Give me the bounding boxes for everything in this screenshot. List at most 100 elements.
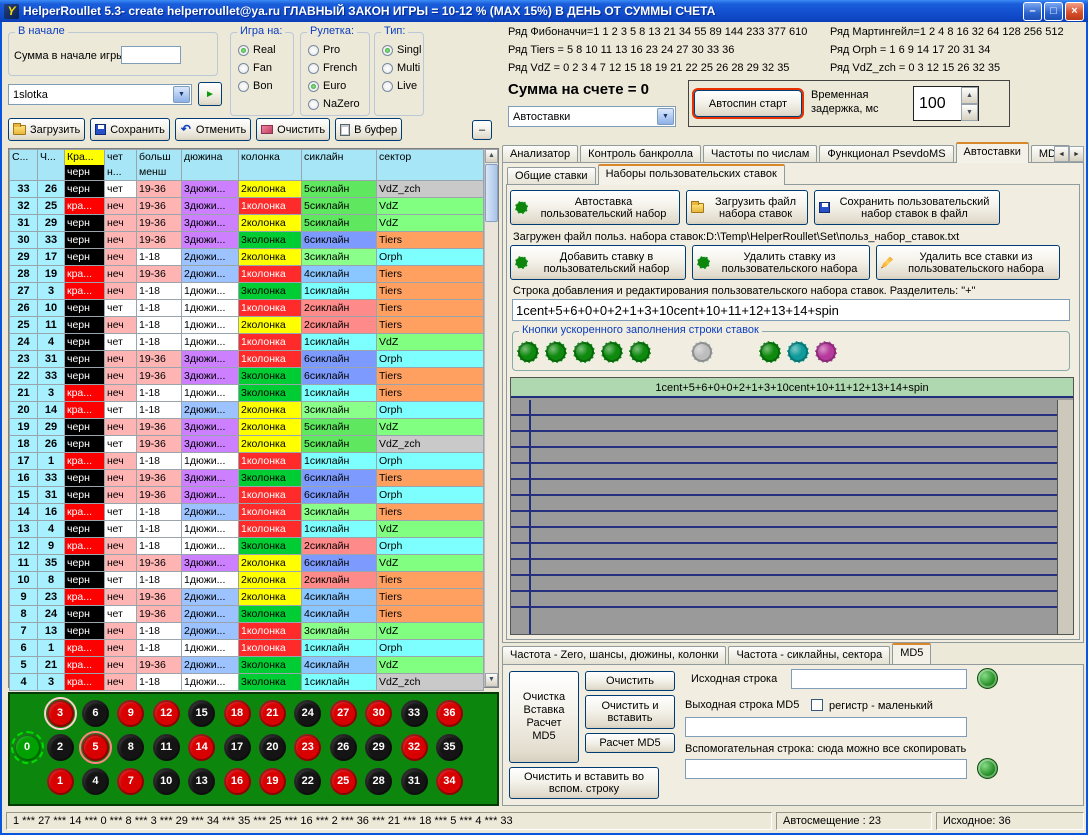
- chip-button-3[interactable]: [573, 341, 595, 363]
- board-number-7[interactable]: 7: [117, 768, 144, 795]
- play-button[interactable]: ►: [198, 82, 222, 106]
- save-button[interactable]: Сохранить: [90, 118, 170, 141]
- start-sum-input[interactable]: [121, 46, 181, 64]
- chip-button-9[interactable]: [815, 341, 837, 363]
- table-row[interactable]: 1135черннеч19-363дюжи...2колонка6сиклайн…: [10, 555, 484, 572]
- board-number-27[interactable]: 27: [330, 700, 357, 727]
- table-row[interactable]: 1929черннеч19-363дюжи...2колонка5сиклайн…: [10, 419, 484, 436]
- board-number-23[interactable]: 23: [294, 734, 321, 761]
- remove-bet-button[interactable]: Удалить ставку из пользовательского набо…: [692, 245, 870, 280]
- add-bet-button[interactable]: Добавить ставку в пользовательский набор: [510, 245, 686, 280]
- tab-Анализатор[interactable]: Анализатор: [502, 145, 578, 163]
- board-number-15[interactable]: 15: [188, 700, 215, 727]
- board-number-33[interactable]: 33: [401, 700, 428, 727]
- board-number-28[interactable]: 28: [365, 768, 392, 795]
- table-row[interactable]: 2511черннеч1-181дюжи...2колонка2сиклайнT…: [10, 317, 484, 334]
- table-row[interactable]: 129кра...неч1-181дюжи...3колонка2сиклайн…: [10, 538, 484, 555]
- chip-button-8[interactable]: [787, 341, 809, 363]
- table-row[interactable]: 2917черннеч1-182дюжи...2колонка3сиклайнO…: [10, 249, 484, 266]
- board-number-26[interactable]: 26: [330, 734, 357, 761]
- board-number-35[interactable]: 35: [436, 734, 463, 761]
- radio-fan[interactable]: Fan: [233, 59, 291, 77]
- board-number-20[interactable]: 20: [259, 734, 286, 761]
- delay-input[interactable]: [914, 87, 961, 120]
- table-row[interactable]: 244чернчет1-181дюжи...1колонка1сиклайнVd…: [10, 334, 484, 351]
- list-row[interactable]: [511, 448, 1057, 464]
- title-bar[interactable]: Y HelperRoullet 5.3- create helperroulle…: [0, 0, 1088, 22]
- board-number-2[interactable]: 2: [47, 734, 74, 761]
- spin-up-icon[interactable]: ▲: [961, 87, 978, 104]
- board-number-29[interactable]: 29: [365, 734, 392, 761]
- board-number-14[interactable]: 14: [188, 734, 215, 761]
- board-number-11[interactable]: 11: [153, 734, 180, 761]
- board-number-34[interactable]: 34: [436, 768, 463, 795]
- board-number-16[interactable]: 16: [224, 768, 251, 795]
- list-row[interactable]: [511, 464, 1057, 480]
- source-go-button[interactable]: [977, 668, 998, 689]
- radio-multi[interactable]: Multi: [377, 59, 421, 77]
- table-row[interactable]: 824чернчет19-362дюжи...3колонка4сиклайнT…: [10, 606, 484, 623]
- tab-scroll-right-icon[interactable]: ►: [1069, 146, 1084, 162]
- list-row[interactable]: [511, 496, 1057, 512]
- chip-button-2[interactable]: [545, 341, 567, 363]
- md5-calc-button[interactable]: Расчет MD5: [585, 733, 675, 753]
- buffer-button[interactable]: В буфер: [335, 118, 402, 141]
- bet-list-scrollbar[interactable]: [1057, 400, 1073, 634]
- tab-Частота - сиклайны, сектора[interactable]: Частота - сиклайны, сектора: [728, 646, 890, 664]
- aux-go-button[interactable]: [977, 758, 998, 779]
- bet-string-input[interactable]: [512, 299, 1070, 321]
- table-row[interactable]: 521кра...неч19-362дюжи...3колонка4сиклай…: [10, 657, 484, 674]
- table-row[interactable]: 3033черннеч19-363дюжи...3колонка6сиклайн…: [10, 232, 484, 249]
- aux-string-input[interactable]: [685, 759, 967, 779]
- list-row[interactable]: [511, 416, 1057, 432]
- table-row[interactable]: 108чернчет1-181дюжи...2колонка2сиклайнTi…: [10, 572, 484, 589]
- list-row[interactable]: [511, 528, 1057, 544]
- scrollbar-thumb[interactable]: [485, 164, 498, 222]
- radio-nazero[interactable]: NaZero: [303, 95, 367, 113]
- board-number-18[interactable]: 18: [224, 700, 251, 727]
- board-number-22[interactable]: 22: [294, 768, 321, 795]
- md5-clear-paste-calc-button[interactable]: Очистка Вставка Расчет MD5: [509, 671, 579, 763]
- list-row[interactable]: [511, 512, 1057, 528]
- autobet-user-set-button[interactable]: Автоставка пользовательский набор: [510, 190, 680, 225]
- table-row[interactable]: 171кра...неч1-181дюжи...1колонка1сиклайн…: [10, 453, 484, 470]
- spin-down-icon[interactable]: ▼: [961, 104, 978, 121]
- tab-Частоты по числам[interactable]: Частоты по числам: [703, 145, 817, 163]
- table-row[interactable]: 3326чернчет19-363дюжи...2колонка5сиклайн…: [10, 181, 484, 198]
- autobet-combo[interactable]: Автоставки ▼: [508, 106, 676, 127]
- table-row[interactable]: 1531черннеч19-363дюжи...1колонка6сиклайн…: [10, 487, 484, 504]
- radio-french[interactable]: French: [303, 59, 367, 77]
- board-number-1[interactable]: 1: [47, 768, 74, 795]
- board-number-36[interactable]: 36: [436, 700, 463, 727]
- table-row[interactable]: 213кра...неч1-181дюжи...3колонка1сиклайн…: [10, 385, 484, 402]
- scroll-down-icon[interactable]: ▼: [485, 673, 498, 687]
- md5-output-input[interactable]: [685, 717, 967, 737]
- table-row[interactable]: 3225кра...неч19-363дюжи...1колонка5сикла…: [10, 198, 484, 215]
- table-row[interactable]: 134чернчет1-181дюжи...1колонка1сиклайнVd…: [10, 521, 484, 538]
- chip-button-4[interactable]: [601, 341, 623, 363]
- table-scrollbar[interactable]: ▲ ▼: [484, 149, 498, 687]
- collapse-button[interactable]: –: [472, 120, 492, 140]
- chip-button-7[interactable]: [759, 341, 781, 363]
- md5-clear-and-paste-button[interactable]: Очистить и вставить: [585, 695, 675, 729]
- chevron-down-icon[interactable]: ▼: [173, 86, 190, 103]
- table-row[interactable]: 2819кра...неч19-362дюжи...1колонка4сикла…: [10, 266, 484, 283]
- board-number-25[interactable]: 25: [330, 768, 357, 795]
- board-number-13[interactable]: 13: [188, 768, 215, 795]
- remove-all-bets-button[interactable]: Удалить все ставки из пользовательского …: [876, 245, 1060, 280]
- save-set-file-button[interactable]: Сохранить пользовательский набор ставок …: [814, 190, 1000, 225]
- tab-Функционал PsevdoMS[interactable]: Функционал PsevdoMS: [819, 145, 953, 163]
- radio-euro[interactable]: Euro: [303, 77, 367, 95]
- table-row[interactable]: 273кра...неч1-181дюжи...3колонка1сиклайн…: [10, 283, 484, 300]
- list-row[interactable]: [511, 432, 1057, 448]
- radio-bon[interactable]: Bon: [233, 77, 291, 95]
- md5-clear-paste-aux-button[interactable]: Очистить и вставить во вспом. строку: [509, 767, 659, 799]
- table-row[interactable]: 2610чернчет1-181дюжи...1колонка2сиклайнT…: [10, 300, 484, 317]
- minimize-button[interactable]: –: [1023, 2, 1042, 21]
- board-number-8[interactable]: 8: [117, 734, 144, 761]
- list-row[interactable]: [511, 592, 1057, 608]
- chevron-down-icon[interactable]: ▼: [657, 108, 674, 125]
- slot-combo[interactable]: 1slotka ▼: [8, 84, 192, 105]
- close-button[interactable]: ×: [1065, 2, 1084, 21]
- tab-Автоставки[interactable]: Автоставки: [956, 142, 1029, 163]
